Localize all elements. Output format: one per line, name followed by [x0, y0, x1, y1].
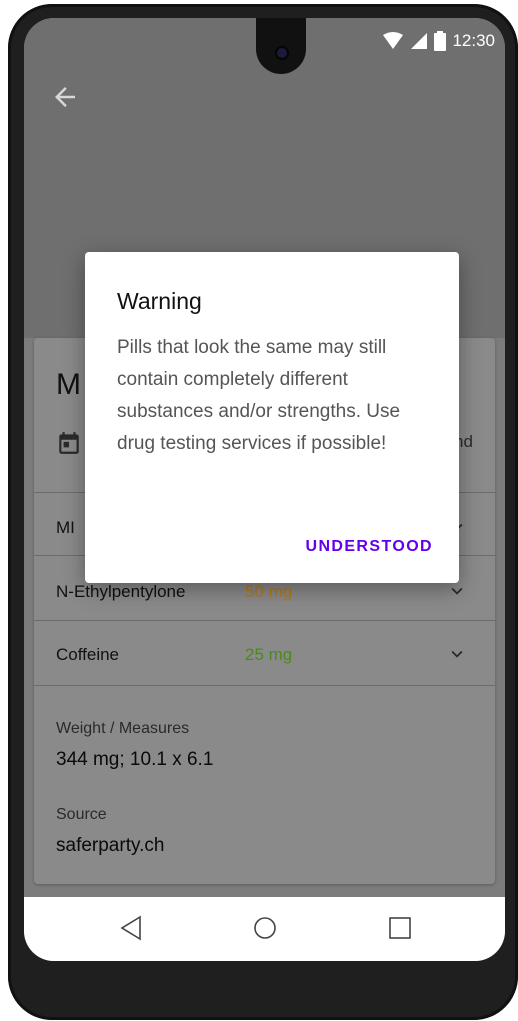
battery-icon — [434, 31, 447, 51]
chevron-down-icon[interactable] — [446, 580, 468, 602]
front-camera — [277, 48, 287, 58]
home-circle-icon[interactable] — [250, 913, 280, 943]
status-bar: 12:30 — [382, 30, 495, 52]
substance-dose: 25 mg — [245, 645, 293, 664]
divider — [34, 620, 495, 621]
weight-value: 344 mg; 10.1 x 6.1 — [56, 749, 214, 770]
understood-button[interactable]: UNDERSTOOD — [306, 538, 434, 556]
dialog-message: Pills that look the same may still conta… — [117, 337, 401, 454]
calendar-icon — [59, 432, 79, 454]
arrow-back-icon[interactable] — [50, 82, 80, 112]
divider — [34, 685, 495, 686]
pill-title: M — [56, 368, 81, 401]
substance-name: Coffeine — [56, 645, 120, 664]
warning-dialog: Warning Pills that look the same may sti… — [85, 252, 459, 583]
substance-name: N-Ethylpentylone — [56, 582, 186, 601]
source-value: saferparty.ch — [56, 835, 165, 856]
phone-frame: 12:30 M nd MI N-Ethylpentylone 50 mg Cof… — [8, 4, 518, 1020]
signal-icon — [411, 33, 428, 49]
camera-notch — [256, 18, 306, 74]
system-nav-bar — [24, 897, 505, 961]
back-triangle-icon[interactable] — [116, 913, 146, 943]
status-time: 12:30 — [452, 31, 495, 50]
wifi-icon — [383, 32, 404, 49]
weight-label: Weight / Measures — [56, 720, 190, 737]
screen: 12:30 M nd MI N-Ethylpentylone 50 mg Cof… — [24, 18, 505, 961]
chevron-down-icon[interactable] — [446, 643, 468, 665]
source-label: Source — [56, 806, 107, 823]
substance-dose: 50 mg — [245, 582, 293, 601]
substance-name: MI — [56, 518, 75, 537]
dialog-title: Warning — [117, 288, 202, 314]
recents-square-icon[interactable] — [385, 913, 415, 943]
